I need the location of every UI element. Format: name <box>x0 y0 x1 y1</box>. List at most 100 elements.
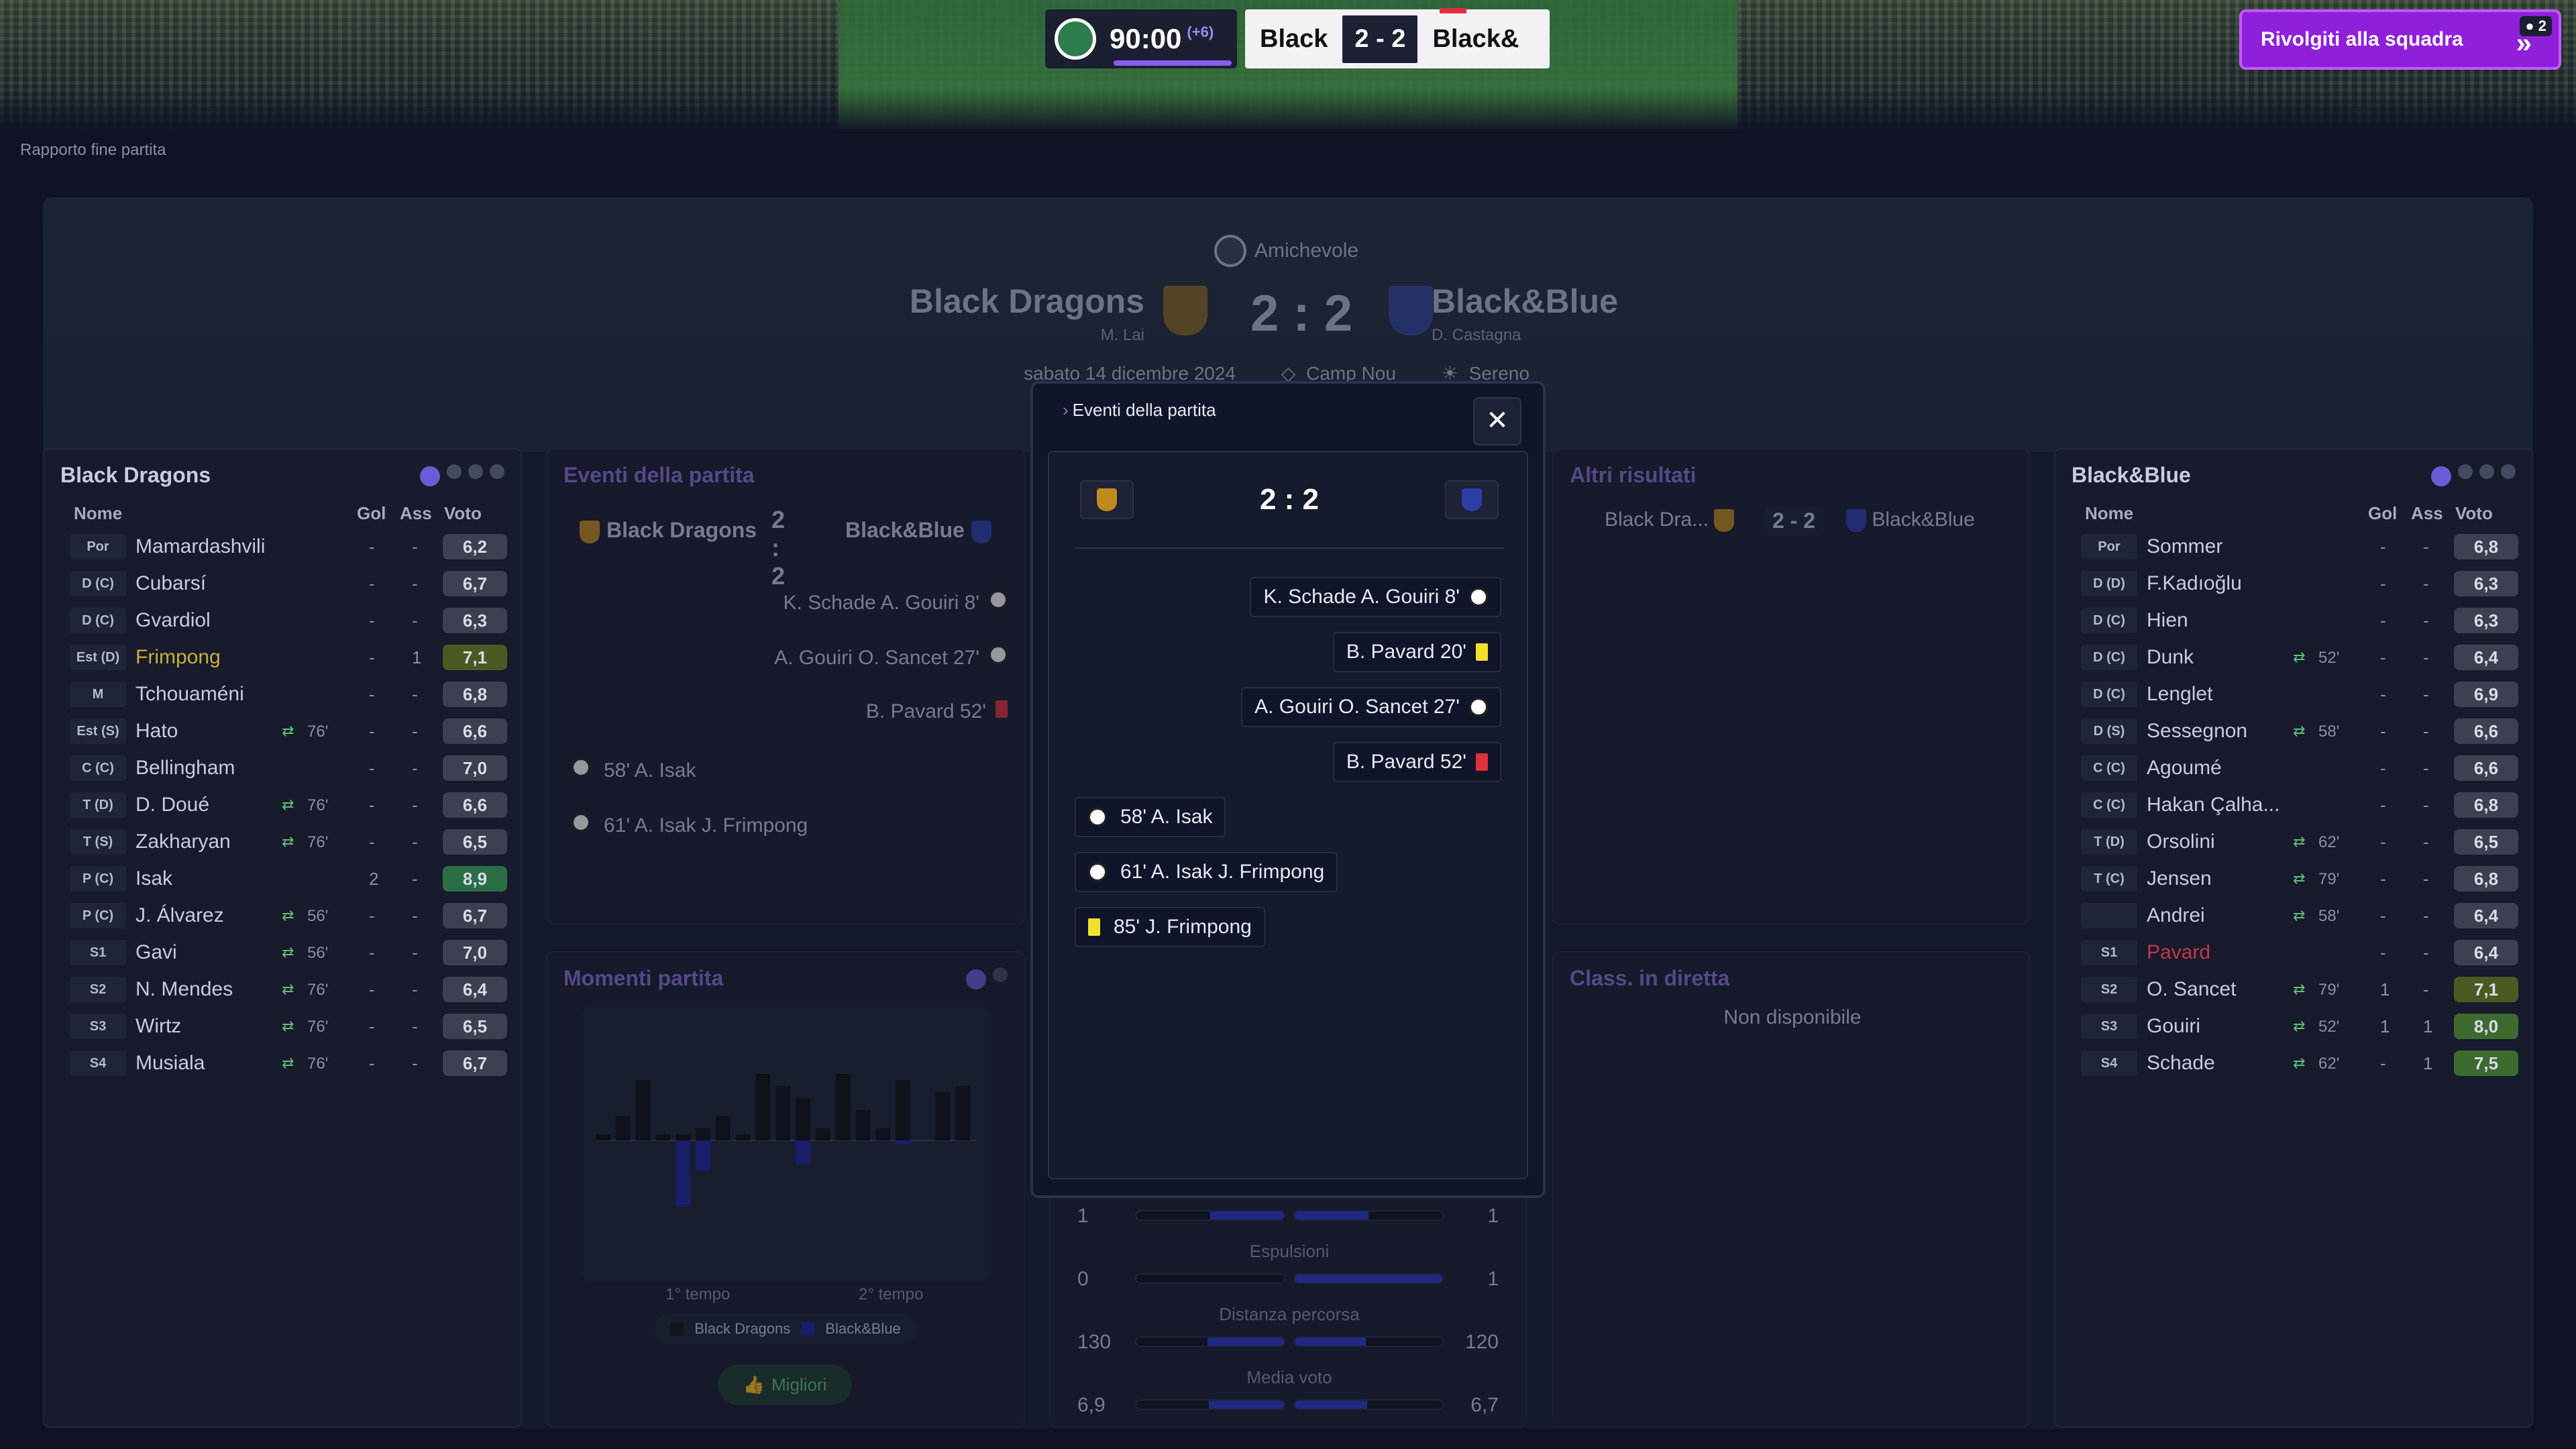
legend-home-swatch <box>670 1322 684 1336</box>
moments-chart-svg <box>596 1074 975 1207</box>
page-dots[interactable] <box>2424 464 2516 486</box>
player-row[interactable]: M Tchouaméni - - 6,8 <box>44 678 523 711</box>
player-row[interactable]: C (C) Hakan Çalha... - - 6,8 <box>2055 788 2534 822</box>
player-name[interactable]: Tchouaméni <box>136 683 244 706</box>
modal-event-row[interactable]: 85' J. Frimpong <box>1075 907 1265 947</box>
player-name[interactable]: O. Sancet <box>2147 978 2236 1001</box>
player-row[interactable]: P (C) J. Álvarez ⇄ 56' - - 6,7 <box>44 899 523 932</box>
player-goals: - <box>369 647 375 667</box>
player-row[interactable]: T (S) Zakharyan ⇄ 76' - - 6,5 <box>44 825 523 859</box>
player-row[interactable]: D (C) Dunk ⇄ 52' - - 6,4 <box>2055 641 2534 674</box>
player-name[interactable]: Bellingham <box>136 757 235 780</box>
player-row[interactable]: D (S) Sessegnon ⇄ 58' - - 6,6 <box>2055 714 2534 748</box>
player-row[interactable]: P (C) Isak 2 - 8,9 <box>44 862 523 896</box>
talk-to-team-button[interactable]: Rivolgiti alla squadra » ● 2 <box>2239 9 2561 70</box>
player-row[interactable]: S1 Gavi ⇄ 56' - - 7,0 <box>44 936 523 969</box>
player-name[interactable]: D. Doué <box>136 794 209 816</box>
player-row[interactable]: T (C) Jensen ⇄ 79' - - 6,8 <box>2055 862 2534 896</box>
best-moments-label: Migliori <box>771 1374 827 1395</box>
player-row[interactable]: Por Mamardashvili - - 6,2 <box>44 530 523 564</box>
player-row[interactable]: D (C) Lenglet - - 6,9 <box>2055 678 2534 711</box>
modal-event-row[interactable]: K. Schade A. Gouiri 8' <box>1250 577 1501 617</box>
player-name[interactable]: J. Álvarez <box>136 904 224 927</box>
event-text: 58' A. Isak <box>604 759 696 782</box>
chevron-right-icon: › <box>1063 400 1069 420</box>
player-row[interactable]: D (D) F.Kadıoğlu - - 6,3 <box>2055 567 2534 600</box>
player-row[interactable]: S4 Schade ⇄ 62' - 1 7,5 <box>2055 1046 2534 1080</box>
player-name[interactable]: Agoumé <box>2147 757 2222 780</box>
player-goals: - <box>2380 943 2386 963</box>
player-row[interactable]: S4 Musiala ⇄ 76' - - 6,7 <box>44 1046 523 1080</box>
player-row[interactable]: D (C) Cubarsí - - 6,7 <box>44 567 523 600</box>
home-crest-icon <box>580 520 600 543</box>
player-name[interactable]: Frimpong <box>136 646 221 669</box>
player-row[interactable]: S3 Gouiri ⇄ 52' 1 1 8,0 <box>2055 1010 2534 1043</box>
modal-event-row[interactable]: 58' A. Isak <box>1075 797 1226 837</box>
modal-event-row[interactable]: 61' A. Isak J. Frimpong <box>1075 852 1338 892</box>
modal-event-row[interactable]: A. Gouiri O. Sancet 27' <box>1241 687 1501 727</box>
player-assists: - <box>412 943 418 963</box>
events-away-team: Black&Blue <box>845 518 991 543</box>
page-dots[interactable] <box>959 967 1008 989</box>
player-name[interactable]: Andrei <box>2147 904 2205 927</box>
player-row[interactable]: C (C) Agoumé - - 6,6 <box>2055 751 2534 785</box>
player-assists: - <box>412 537 418 557</box>
player-name[interactable]: Dunk <box>2147 646 2194 669</box>
player-row[interactable]: S1 Pavard - - 6,4 <box>2055 936 2534 969</box>
player-row[interactable]: T (D) Orsolini ⇄ 62' - - 6,5 <box>2055 825 2534 859</box>
player-name[interactable]: Gavi <box>136 941 177 964</box>
col-name: Nome <box>2085 503 2134 523</box>
player-name[interactable]: Sommer <box>2147 535 2222 558</box>
player-name[interactable]: Gvardiol <box>136 609 211 632</box>
notification-badge[interactable]: ● 2 <box>2520 16 2552 36</box>
player-name[interactable]: Musiala <box>136 1052 205 1075</box>
substitution-icon: ⇄ <box>2293 907 2306 924</box>
player-row[interactable]: C (C) Bellingham - - 7,0 <box>44 751 523 785</box>
player-name[interactable]: Mamardashvili <box>136 535 265 558</box>
home-moment-bar <box>635 1080 651 1140</box>
player-name[interactable]: Cubarsí <box>136 572 206 595</box>
player-row[interactable]: Est (D) Frimpong - 1 7,1 <box>44 641 523 674</box>
page-dots[interactable] <box>413 464 504 486</box>
player-row[interactable]: T (D) D. Doué ⇄ 76' - - 6,6 <box>44 788 523 822</box>
player-name[interactable]: Wirtz <box>136 1015 181 1038</box>
player-assists: - <box>412 721 418 741</box>
player-name[interactable]: Schade <box>2147 1052 2215 1075</box>
player-name[interactable]: Hakan Çalha... <box>2147 794 2279 816</box>
player-goals: - <box>2380 906 2386 926</box>
player-name[interactable]: Hien <box>2147 609 2188 632</box>
player-row[interactable]: Andrei ⇄ 58' - - 6,4 <box>2055 899 2534 932</box>
player-name[interactable]: Isak <box>136 867 172 890</box>
player-row[interactable]: Est (S) Hato ⇄ 76' - - 6,6 <box>44 714 523 748</box>
modal-event-row[interactable]: B. Pavard 52' <box>1332 742 1501 782</box>
player-rating: 6,8 <box>2454 866 2518 892</box>
player-name[interactable]: Zakharyan <box>136 830 231 853</box>
red-card-icon <box>1476 753 1488 771</box>
player-rating: 6,7 <box>443 903 507 928</box>
stat-away-bar <box>1293 1273 1444 1284</box>
event-text: K. Schade A. Gouiri 8' <box>783 592 979 614</box>
player-row[interactable]: Por Sommer - - 6,8 <box>2055 530 2534 564</box>
player-row[interactable]: S3 Wirtz ⇄ 76' - - 6,5 <box>44 1010 523 1043</box>
modal-event-row[interactable]: B. Pavard 20' <box>1332 632 1501 672</box>
player-name[interactable]: Jensen <box>2147 867 2212 890</box>
player-name[interactable]: F.Kadıoğlu <box>2147 572 2242 595</box>
home-moment-bar <box>615 1116 631 1140</box>
player-name[interactable]: Orsolini <box>2147 830 2215 853</box>
player-row[interactable]: D (C) Gvardiol - - 6,3 <box>44 604 523 637</box>
player-name[interactable]: Sessegnon <box>2147 720 2247 743</box>
player-name[interactable]: Lenglet <box>2147 683 2212 706</box>
player-name[interactable]: Gouiri <box>2147 1015 2200 1038</box>
best-moments-button[interactable]: 👍 Migliori <box>718 1364 852 1405</box>
player-row[interactable]: S2 N. Mendes ⇄ 76' - - 6,4 <box>44 973 523 1006</box>
close-button[interactable]: ✕ <box>1473 397 1521 445</box>
player-name[interactable]: Hato <box>136 720 178 743</box>
score: 2 - 2 <box>1342 15 1418 63</box>
event-text: 61' A. Isak J. Frimpong <box>604 814 808 837</box>
player-name[interactable]: Pavard <box>2147 941 2210 964</box>
stat-home-value: 6,9 <box>1077 1394 1106 1416</box>
player-row[interactable]: D (C) Hien - - 6,3 <box>2055 604 2534 637</box>
player-name[interactable]: N. Mendes <box>136 978 233 1001</box>
player-row[interactable]: S2 O. Sancet ⇄ 79' 1 - 7,1 <box>2055 973 2534 1006</box>
home-moment-bar <box>955 1086 971 1140</box>
